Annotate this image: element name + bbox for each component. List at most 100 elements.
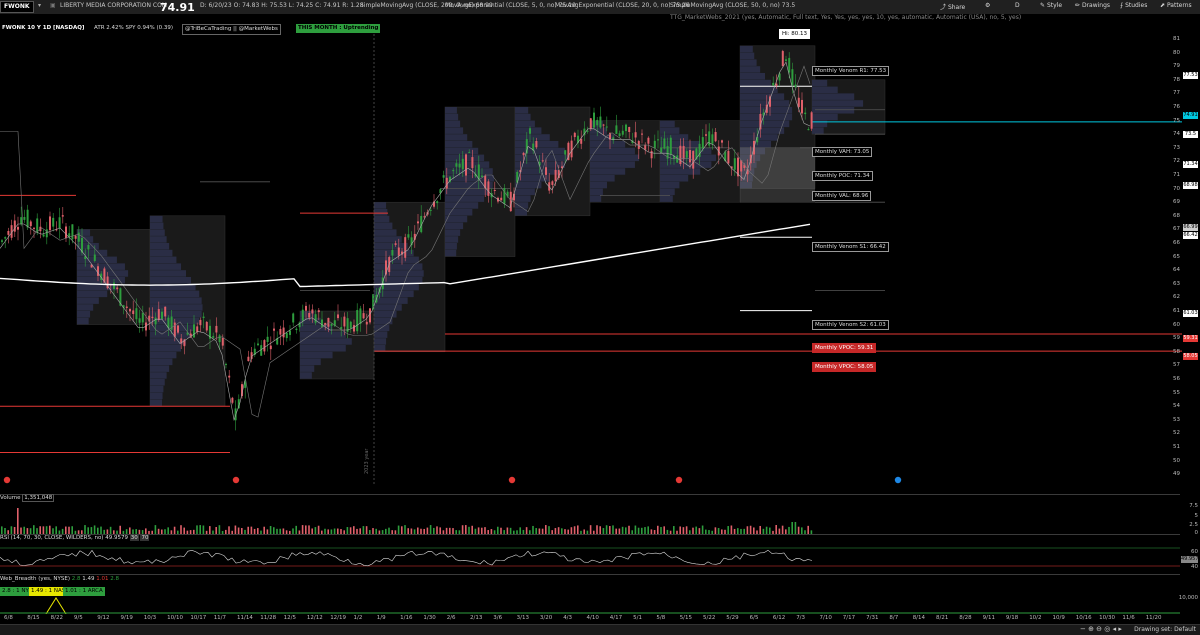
candle-body — [621, 130, 624, 135]
profile-bar — [374, 209, 388, 216]
gear-icon[interactable]: ⚙ — [985, 2, 990, 9]
profile-bar — [300, 345, 346, 352]
profile-bar — [590, 147, 635, 155]
time-tick: 6/12 — [772, 615, 786, 621]
rsi-chart[interactable] — [0, 534, 1200, 574]
profile-bar — [445, 229, 461, 236]
event-icon[interactable] — [508, 476, 516, 484]
volume-bar — [794, 522, 797, 534]
price-tick: 78 — [1173, 76, 1180, 83]
volume-bar — [599, 526, 601, 534]
time-axis[interactable]: 6/8 8/15 8/22 9/5 9/12 9/19 10/3 10/10 10/17 11/7… — [0, 614, 1200, 624]
style-button[interactable]: ✎ Style — [1040, 2, 1062, 9]
profile-bar — [445, 222, 464, 230]
time-tick: 8/22 — [50, 615, 63, 621]
profile-bar — [374, 304, 402, 311]
profile-bar — [77, 263, 125, 270]
profile-bar — [515, 195, 531, 202]
top-toolbar: FWONK ▾ ▣ LIBERTY MEDIA CORPORATION COM … — [0, 0, 1200, 15]
event-icon[interactable] — [675, 476, 683, 484]
candle-body — [17, 226, 19, 230]
volume-bar — [362, 526, 365, 534]
volume-bar — [471, 525, 473, 534]
candle-body — [225, 363, 227, 365]
period-button[interactable]: D — [1015, 2, 1020, 9]
study-ema20-label: MovAvgExponential (CLOSE, 20, 0, no) — [555, 2, 671, 9]
candle-body — [74, 235, 77, 239]
candle-body — [212, 336, 215, 338]
candle-body — [7, 230, 10, 235]
pencil-icon: ✏ — [1075, 2, 1081, 9]
breadth-tick: 10,000 — [1178, 595, 1198, 601]
volume-bar — [657, 525, 659, 534]
candle-body — [266, 336, 269, 342]
volume-chart[interactable] — [0, 494, 1200, 534]
candle-body — [404, 237, 407, 258]
profile-bar — [445, 134, 468, 141]
symbol-input[interactable]: FWONK — [0, 1, 34, 13]
price-tick: 81 — [1173, 36, 1180, 42]
candle-body — [804, 112, 807, 115]
price-tick: 59 — [1173, 335, 1180, 342]
candle-body — [535, 141, 538, 148]
profile-bar — [77, 256, 117, 264]
profile-bar — [300, 372, 312, 379]
time-tick: 1/16 — [400, 615, 413, 621]
volume-bar — [314, 527, 317, 534]
style-icon: ✎ — [1040, 2, 1046, 9]
candle-body — [471, 157, 474, 169]
volume-bar — [477, 527, 480, 534]
time-tick: 11/20 — [1145, 615, 1162, 621]
price-box-poc: 71.34 — [1183, 161, 1198, 168]
price-tick: 50 — [1173, 457, 1180, 464]
price-tick: 55 — [1173, 389, 1180, 396]
candle-body — [545, 167, 547, 175]
share-button[interactable]: ⤴ Share — [940, 2, 965, 11]
candle-body — [442, 175, 445, 178]
event-icon[interactable] — [232, 476, 240, 484]
year-marker: 2023 year — [364, 448, 370, 474]
profile-bar — [445, 175, 494, 182]
study-sma50[interactable]: SimpleMovingAvg (CLOSE, 50, 0, no) 73.5 — [670, 2, 795, 9]
volume-bar — [401, 526, 403, 534]
volume-bar — [180, 525, 182, 534]
candle-body — [650, 151, 653, 159]
candle-body — [663, 138, 666, 149]
candle-body — [602, 124, 605, 126]
price-tick: 60 — [1173, 321, 1180, 328]
profile-bar — [515, 113, 531, 121]
zoom-controls-icon[interactable]: − ⊕ ⊖ ◎ ◂ ▸ — [1080, 625, 1122, 633]
volume-bar — [577, 525, 579, 534]
time-tick: 1/9 — [376, 615, 386, 621]
volume-bar — [1, 526, 3, 534]
candle-body — [193, 324, 195, 338]
candle-body — [721, 140, 723, 143]
studies-button[interactable]: ⨍ Studies — [1120, 2, 1147, 9]
candle-body — [87, 245, 90, 250]
profile-bar — [374, 331, 388, 338]
breadth-chart[interactable] — [0, 574, 1200, 614]
candle-body — [314, 314, 317, 323]
chevron-down-icon[interactable]: ▾ — [38, 2, 41, 9]
candle-body — [321, 319, 323, 328]
candle-body — [365, 321, 368, 325]
time-tick: 4/10 — [586, 615, 599, 621]
price-chart[interactable]: 2023 year — [0, 34, 1200, 494]
candle-body — [669, 137, 672, 155]
volume-bar — [263, 526, 265, 534]
drawings-button[interactable]: ✏ Drawings — [1075, 2, 1110, 9]
price-tick: 49 — [1173, 471, 1180, 478]
volume-bar — [749, 525, 752, 534]
event-icon[interactable] — [3, 476, 11, 484]
volume-bar — [621, 526, 624, 534]
status-bar: − ⊕ ⊖ ◎ ◂ ▸ Drawing set: Default — [0, 624, 1200, 635]
event-icon[interactable] — [894, 476, 902, 484]
volume-bar — [759, 525, 761, 534]
candle-body — [311, 309, 314, 314]
profile-bar — [300, 365, 315, 372]
volume-bar — [209, 526, 211, 534]
time-tick: 12/5 — [283, 615, 296, 621]
patterns-button[interactable]: ⬈ Patterns — [1160, 2, 1192, 9]
study-ttg-label[interactable]: TTG_MarketWebs_2021 (yes, Automatic, Ful… — [670, 14, 1021, 21]
candle-body — [177, 325, 179, 333]
